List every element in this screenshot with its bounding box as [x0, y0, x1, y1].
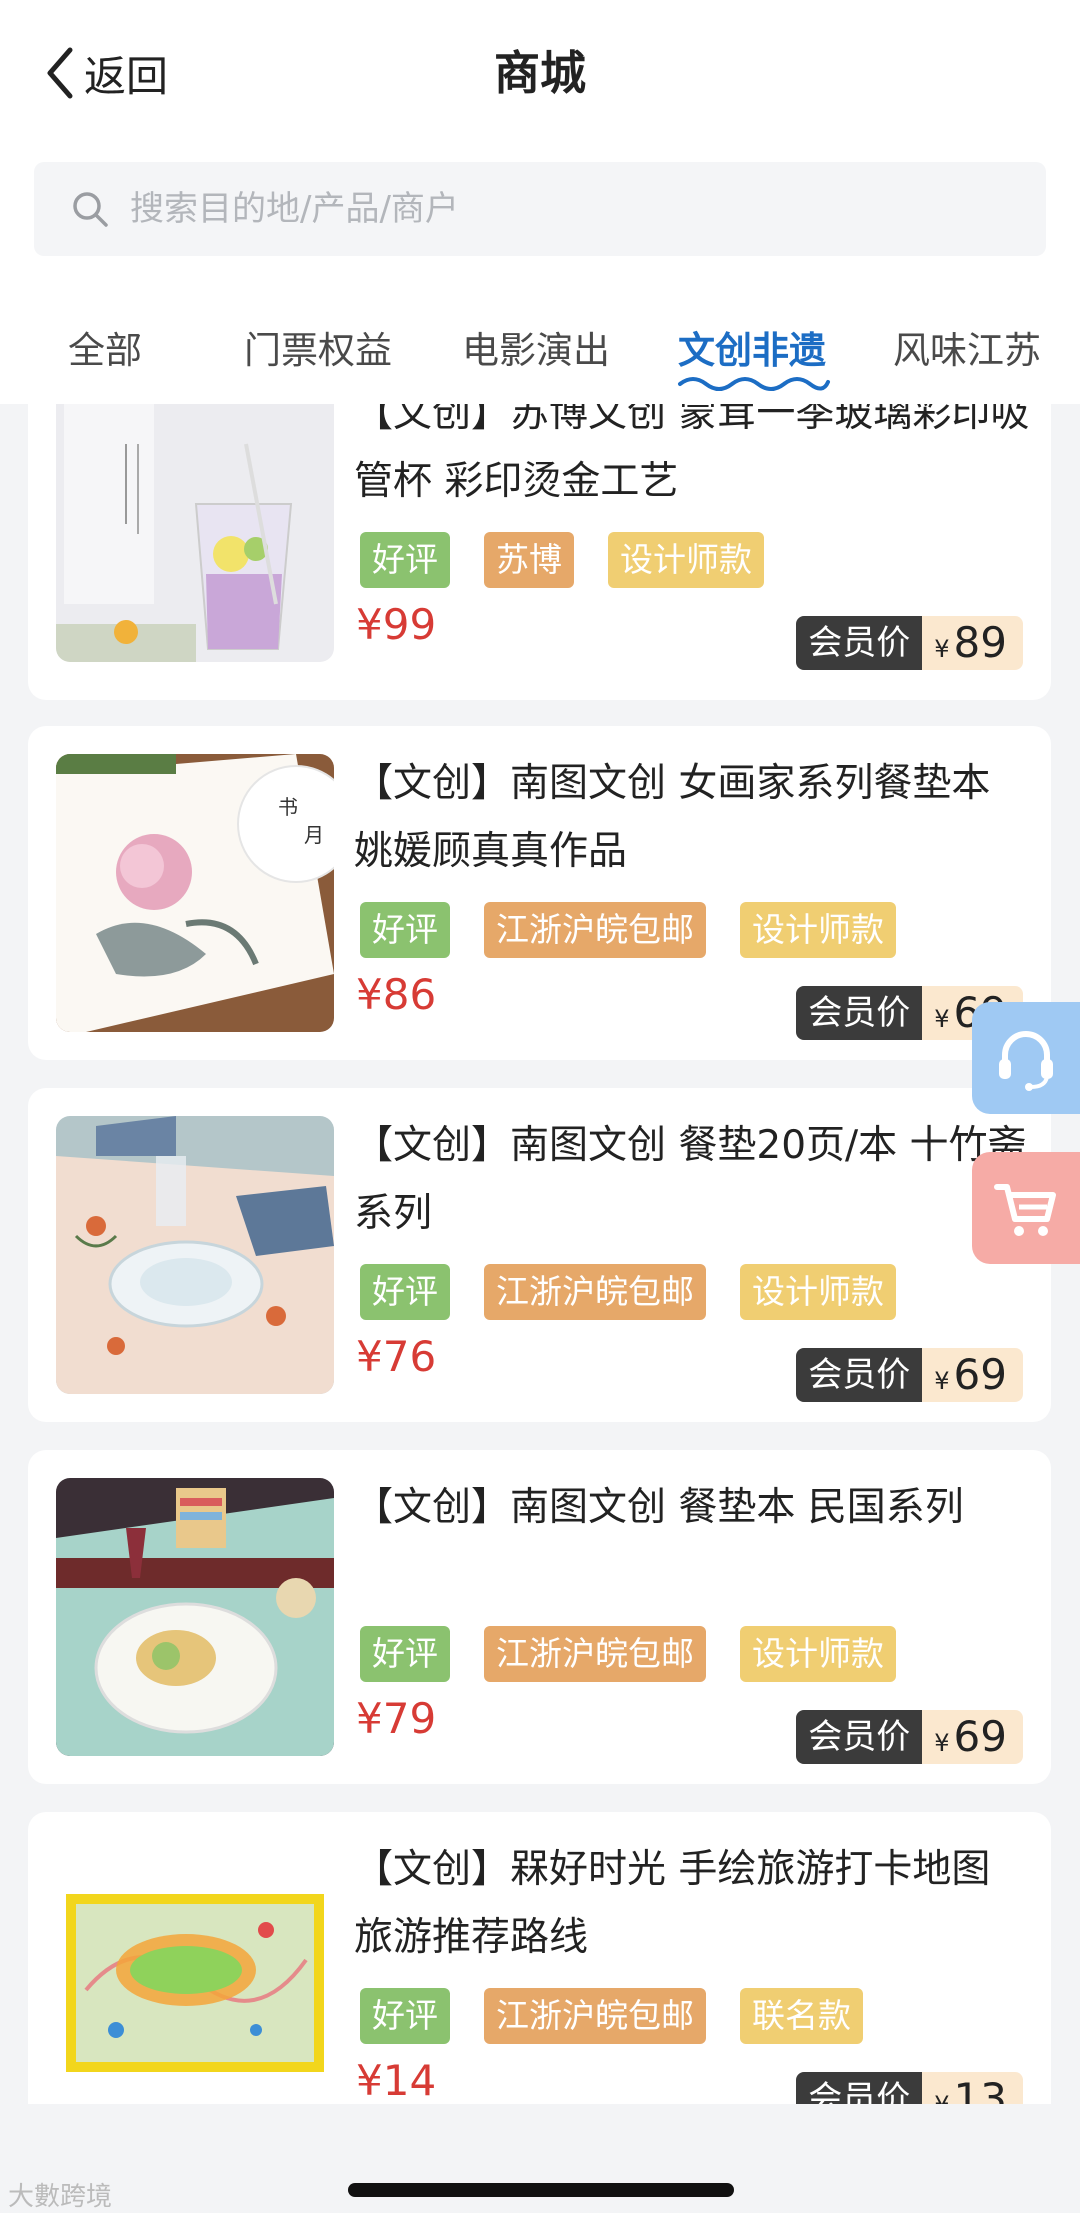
customer-service-button[interactable] — [972, 1002, 1080, 1114]
product-card[interactable]: 书 月 【文创】南图文创 女画家系列餐垫本 姚媛顾真真作品 好评 江浙沪皖包邮 … — [28, 726, 1051, 1060]
product-title: 【文创】苏博文创 蒙茸一季玻璃彩印吸管杯 彩印烫金工艺 — [354, 404, 1030, 504]
member-price-value: ¥69 — [922, 1348, 1023, 1402]
top-bar: 返回 商城 — [0, 0, 1080, 137]
product-price: ¥99 — [356, 600, 437, 649]
tag-brand: 苏博 — [484, 532, 574, 588]
tag-free-shipping: 江浙沪皖包邮 — [484, 1988, 706, 2044]
product-list: 【文创】苏博文创 蒙茸一季玻璃彩印吸管杯 彩印烫金工艺 好评 苏博 设计师款 ¥… — [0, 404, 1080, 2104]
product-image — [56, 1478, 334, 1756]
product-tags: 好评 苏博 设计师款 — [360, 532, 798, 588]
category-tabs: 全部 门票权益 电影演出 文创非遗 风味江苏 — [0, 276, 1080, 404]
product-tags: 好评 江浙沪皖包邮 设计师款 — [360, 902, 930, 958]
member-currency: ¥ — [934, 1367, 950, 1395]
tab-movies-shows[interactable]: 电影演出 — [462, 320, 610, 374]
member-price-badge: 会员价 ¥89 — [796, 616, 1023, 670]
product-tags: 好评 江浙沪皖包邮 设计师款 — [360, 1626, 930, 1682]
svg-text:书: 书 — [278, 795, 298, 819]
cart-icon — [994, 1184, 1056, 1236]
member-price-badge: 会员价 ¥13 — [796, 2072, 1023, 2104]
tag-designer: 设计师款 — [740, 1626, 896, 1682]
member-currency: ¥ — [934, 1005, 950, 1033]
tab-tickets[interactable]: 门票权益 — [244, 320, 392, 374]
tab-cultural-creative-label: 文创非遗 — [678, 329, 826, 372]
headset-icon — [999, 1031, 1053, 1091]
watermark: 大數跨境 — [8, 2182, 113, 2212]
tag-designer: 设计师款 — [608, 532, 764, 588]
product-price: ¥76 — [356, 1332, 437, 1381]
page-title: 商城 — [494, 46, 586, 100]
member-price-label: 会员价 — [796, 616, 923, 670]
search-input[interactable] — [128, 188, 1012, 230]
shopping-cart-button[interactable] — [972, 1152, 1080, 1264]
product-card[interactable]: 【文创】槑好时光 手绘旅游打卡地图 旅游推荐路线 好评 江浙沪皖包邮 联名款 ¥… — [28, 1812, 1051, 2104]
svg-text:月: 月 — [304, 823, 324, 847]
member-amount: 69 — [953, 1350, 1007, 1399]
member-price-value: ¥69 — [922, 1710, 1023, 1764]
member-price-value: ¥13 — [922, 2072, 1023, 2104]
tab-cultural-creative[interactable]: 文创非遗 — [678, 320, 830, 391]
tab-jiangsu-flavor[interactable]: 风味江苏 — [893, 320, 1041, 374]
member-currency: ¥ — [934, 2091, 949, 2104]
product-price: ¥79 — [356, 1694, 437, 1743]
member-price-badge: 会员价 ¥69 — [796, 1348, 1023, 1402]
member-price-badge: 会员价 ¥69 — [796, 1710, 1023, 1764]
product-title: 【文创】槑好时光 手绘旅游打卡地图 旅游推荐路线 — [354, 1847, 991, 1960]
product-image — [56, 404, 334, 662]
tag-free-shipping: 江浙沪皖包邮 — [484, 1626, 706, 1682]
product-tags: 好评 江浙沪皖包邮 设计师款 — [360, 1264, 930, 1320]
member-price-label: 会员价 — [796, 1348, 923, 1402]
member-currency: ¥ — [934, 1729, 950, 1757]
home-indicator — [348, 2183, 734, 2197]
tag-good-review: 好评 — [360, 532, 450, 588]
search-area — [0, 136, 1080, 276]
product-title: 【文创】南图文创 餐垫20页/本 十竹斋系列 — [354, 1123, 1027, 1236]
product-card[interactable]: 【文创】南图文创 餐垫20页/本 十竹斋系列 好评 江浙沪皖包邮 设计师款 ¥7… — [28, 1088, 1051, 1422]
product-card[interactable]: 【文创】苏博文创 蒙茸一季玻璃彩印吸管杯 彩印烫金工艺 好评 苏博 设计师款 ¥… — [28, 404, 1051, 700]
member-amount: 69 — [953, 1712, 1007, 1761]
product-title: 【文创】南图文创 女画家系列餐垫本 姚媛顾真真作品 — [354, 761, 991, 874]
product-price: ¥14 — [356, 2056, 437, 2104]
product-image: 书 月 — [56, 754, 334, 1032]
search-box[interactable] — [34, 162, 1046, 256]
search-icon — [73, 192, 108, 227]
member-currency: ¥ — [934, 635, 950, 663]
product-image — [56, 1116, 334, 1394]
product-title: 【文创】南图文创 餐垫本 民国系列 — [354, 1485, 964, 1530]
tag-free-shipping: 江浙沪皖包邮 — [484, 1264, 706, 1320]
member-price-label: 会员价 — [796, 2072, 923, 2104]
active-tab-wave-indicator — [678, 377, 830, 391]
tab-all[interactable]: 全部 — [68, 320, 142, 374]
tag-good-review: 好评 — [360, 902, 450, 958]
product-tags: 好评 江浙沪皖包邮 联名款 — [360, 1988, 897, 2044]
tag-co-branded: 联名款 — [740, 1988, 863, 2044]
tag-good-review: 好评 — [360, 1626, 450, 1682]
tag-free-shipping: 江浙沪皖包邮 — [484, 902, 706, 958]
member-amount: 89 — [953, 618, 1007, 667]
tag-designer: 设计师款 — [740, 1264, 896, 1320]
tag-good-review: 好评 — [360, 1988, 450, 2044]
member-price-label: 会员价 — [796, 1710, 923, 1764]
tag-good-review: 好评 — [360, 1264, 450, 1320]
product-price: ¥86 — [356, 970, 437, 1019]
member-price-label: 会员价 — [796, 986, 923, 1040]
member-price-value: ¥89 — [922, 616, 1023, 670]
tag-designer: 设计师款 — [740, 902, 896, 958]
product-image — [56, 1840, 334, 2104]
member-amount: 13 — [953, 2074, 1007, 2104]
product-card[interactable]: 【文创】南图文创 餐垫本 民国系列 好评 江浙沪皖包邮 设计师款 ¥79 会员价… — [28, 1450, 1051, 1784]
